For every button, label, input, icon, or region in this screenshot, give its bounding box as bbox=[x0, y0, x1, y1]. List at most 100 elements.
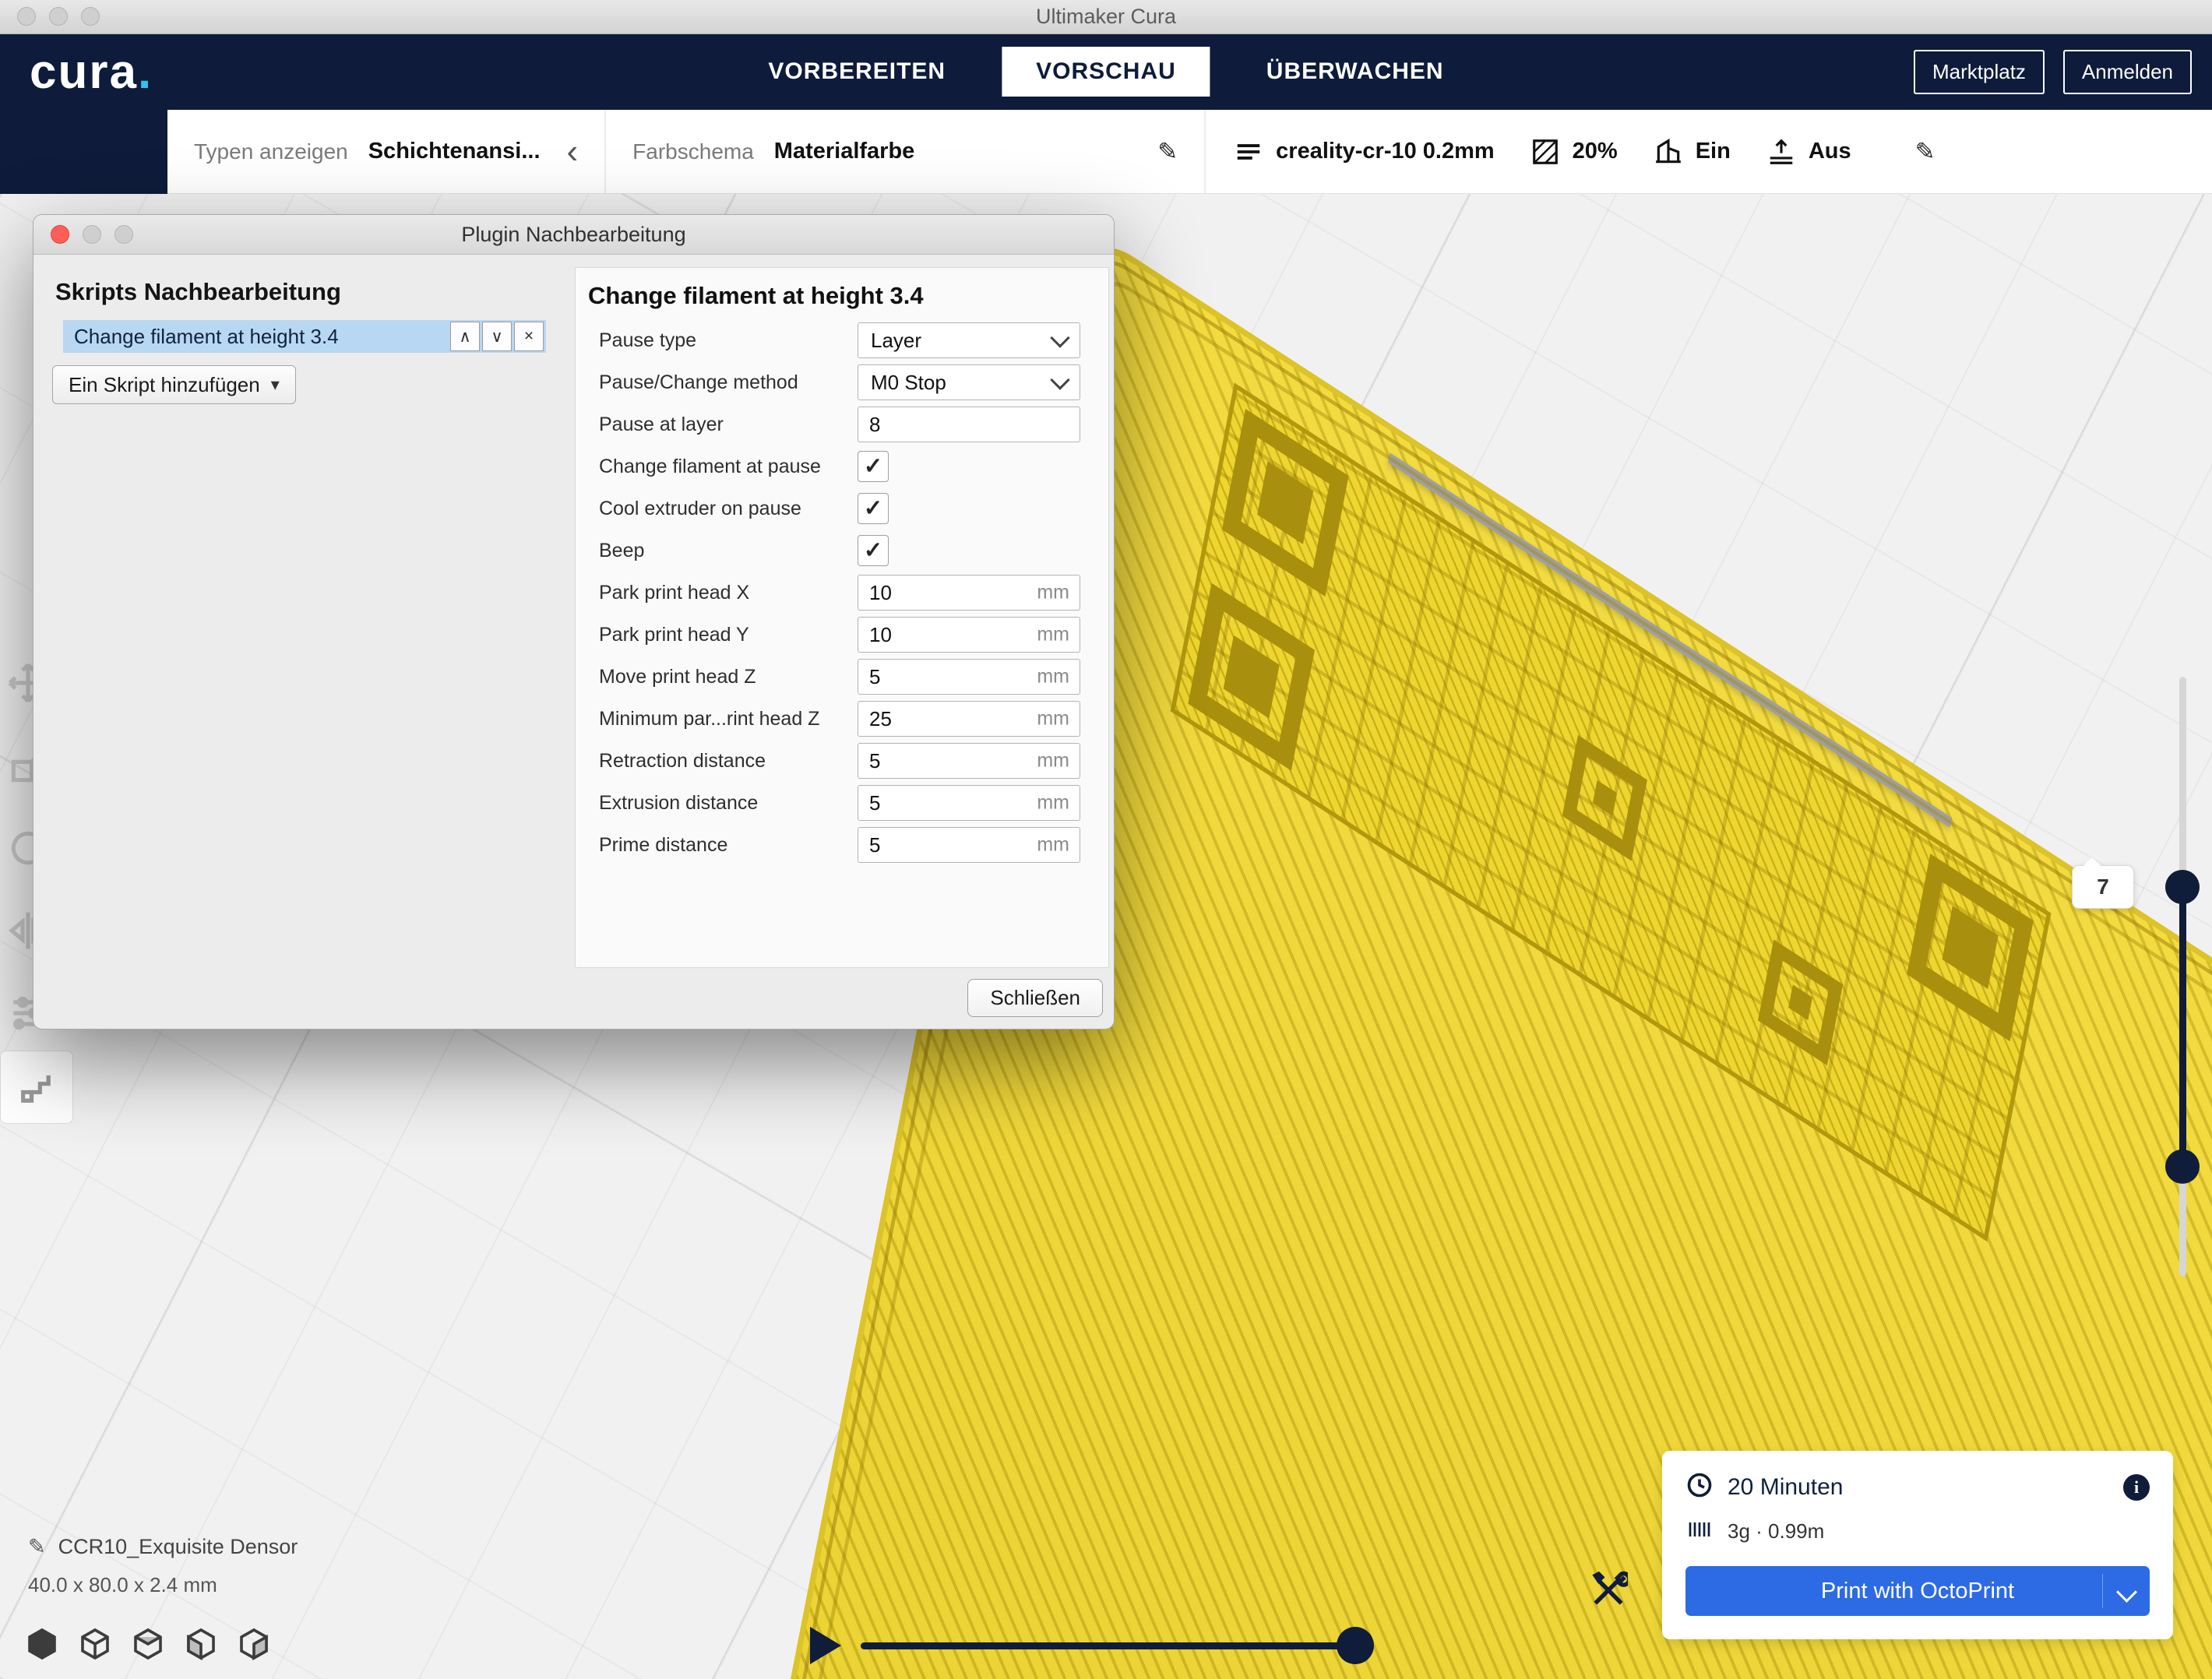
view-top-icon[interactable] bbox=[129, 1625, 167, 1663]
filament-usage-icon bbox=[1685, 1515, 1714, 1547]
field-control: ✓ bbox=[858, 535, 1080, 566]
view-3d-icon[interactable] bbox=[23, 1625, 61, 1663]
window-controls bbox=[17, 7, 100, 26]
field-input-wrap: mm bbox=[858, 785, 1080, 821]
adjust-tools-icon[interactable] bbox=[1589, 1571, 1628, 1610]
sign-in-button[interactable]: Anmelden bbox=[2063, 50, 2192, 94]
change-filament-checkbox[interactable]: ✓ bbox=[858, 451, 889, 482]
layer-slider-lower-handle[interactable] bbox=[2165, 1149, 2200, 1184]
window-title: Ultimaker Cura bbox=[1036, 5, 1176, 29]
field-label: Retraction distance bbox=[599, 750, 858, 773]
chevron-down-icon: ∨ bbox=[491, 327, 502, 347]
support-blocker-tool[interactable] bbox=[0, 1051, 73, 1124]
unit-label: mm bbox=[1037, 792, 1069, 815]
chevron-down-icon[interactable] bbox=[2116, 1582, 2137, 1603]
dialog-close-icon[interactable] bbox=[51, 225, 69, 244]
pause-type-select[interactable]: Layer bbox=[858, 322, 1080, 358]
qr-finder-marker bbox=[1562, 735, 1647, 861]
collapse-chevron-icon[interactable]: ‹ bbox=[567, 135, 579, 169]
color-scheme-section[interactable]: Farbschema Materialfarbe ✎ bbox=[606, 110, 1206, 193]
adhesion-value[interactable]: Aus bbox=[1809, 139, 1851, 164]
cool-extruder-checkbox[interactable]: ✓ bbox=[858, 493, 889, 524]
cura-logo: cura. bbox=[30, 44, 153, 100]
close-window-icon[interactable] bbox=[17, 7, 36, 26]
chevron-down-icon bbox=[1050, 370, 1069, 389]
unit-label: mm bbox=[1037, 582, 1069, 604]
script-settings-heading: Change filament at height 3.4 bbox=[588, 282, 1108, 310]
dialog-minimize-icon[interactable] bbox=[83, 225, 101, 244]
field-input-wrap: mm bbox=[858, 575, 1080, 611]
infill-group[interactable]: 20% bbox=[1530, 137, 1618, 167]
minimize-window-icon[interactable] bbox=[49, 7, 68, 26]
form-row: Beep ✓ bbox=[599, 530, 1080, 572]
tab-preview[interactable]: VORSCHAU bbox=[1002, 47, 1210, 97]
unit-label: mm bbox=[1037, 834, 1069, 857]
rename-model-icon[interactable]: ✎ bbox=[28, 1535, 46, 1559]
infill-value[interactable]: 20% bbox=[1573, 139, 1618, 164]
printer-profile-value[interactable]: creality-cr-10 0.2mm bbox=[1276, 139, 1495, 164]
simulation-slider-track[interactable] bbox=[861, 1642, 1365, 1649]
layer-slider-range[interactable] bbox=[2179, 885, 2186, 1167]
dialog-zoom-icon[interactable] bbox=[114, 225, 133, 244]
play-button[interactable] bbox=[810, 1627, 841, 1664]
beep-checkbox[interactable]: ✓ bbox=[858, 535, 889, 566]
color-scheme-value[interactable]: Materialfarbe bbox=[774, 139, 915, 164]
form-row: Park print head Y mm bbox=[599, 614, 1080, 656]
pause-method-select[interactable]: M0 Stop bbox=[858, 364, 1080, 400]
model-info: ✎ CCR10_Exquisite Densor 40.0 x 80.0 x 2… bbox=[28, 1535, 298, 1611]
print-settings-summary[interactable]: creality-cr-10 0.2mm 20% Ein Aus ✎ bbox=[1206, 110, 2212, 193]
unit-label: mm bbox=[1037, 666, 1069, 688]
form-row: Move print head Z mm bbox=[599, 656, 1080, 698]
model-dimensions: 40.0 x 80.0 x 2.4 mm bbox=[28, 1573, 217, 1597]
zoom-window-icon[interactable] bbox=[81, 7, 100, 26]
info-icon[interactable]: i bbox=[2123, 1474, 2150, 1501]
field-input-wrap bbox=[858, 407, 1080, 442]
form-row: Park print head X mm bbox=[599, 572, 1080, 614]
print-with-octoprint-button[interactable]: Print with OctoPrint bbox=[1685, 1566, 2150, 1616]
form-row: Extrusion distance mm bbox=[599, 782, 1080, 824]
layer-slider-upper-handle[interactable] bbox=[2165, 870, 2200, 904]
tab-prepare[interactable]: VORBEREITEN bbox=[734, 47, 980, 97]
form-row: Minimum par...rint head Z mm bbox=[599, 698, 1080, 740]
qr-finder-marker bbox=[1907, 854, 2034, 1041]
travel-move-line bbox=[1388, 452, 1952, 827]
edit-print-settings-icon[interactable]: ✎ bbox=[1915, 138, 1936, 166]
color-scheme-label: Farbschema bbox=[632, 139, 754, 164]
app-header: cura. VORBEREITEN VORSCHAU ÜBERWACHEN Ma… bbox=[0, 33, 2212, 110]
add-script-button[interactable]: Ein Skript hinzufügen ▾ bbox=[52, 365, 296, 404]
infill-icon bbox=[1530, 137, 1560, 167]
view-left-icon[interactable] bbox=[182, 1625, 220, 1663]
marketplace-button[interactable]: Marktplatz bbox=[1914, 50, 2045, 94]
simulation-slider-handle[interactable] bbox=[1337, 1627, 1374, 1664]
scripts-heading: Skripts Nachbearbeitung bbox=[55, 278, 341, 306]
adhesion-group[interactable]: Aus bbox=[1766, 137, 1851, 167]
script-list-item-selected[interactable]: Change filament at height 3.4 ∧ ∨ × bbox=[63, 320, 546, 353]
script-name[interactable]: Change filament at height 3.4 bbox=[63, 325, 450, 349]
dialog-title: Plugin Nachbearbeitung bbox=[461, 223, 685, 247]
printer-profile-group[interactable]: creality-cr-10 0.2mm bbox=[1234, 137, 1495, 167]
remove-script-button[interactable]: × bbox=[514, 322, 544, 351]
move-script-up-button[interactable]: ∧ bbox=[450, 322, 480, 351]
view-type-section[interactable]: Typen anzeigen Schichtenansi... ‹ bbox=[167, 110, 606, 193]
view-front-icon[interactable] bbox=[76, 1625, 114, 1663]
move-script-down-button[interactable]: ∨ bbox=[482, 322, 512, 351]
button-divider bbox=[2102, 1574, 2103, 1608]
view-type-value[interactable]: Schichtenansi... bbox=[368, 139, 541, 164]
view-type-label: Typen anzeigen bbox=[194, 139, 348, 164]
pause-at-layer-input[interactable] bbox=[858, 407, 1080, 442]
view-right-icon[interactable] bbox=[235, 1625, 273, 1663]
model-name: CCR10_Exquisite Densor bbox=[58, 1535, 298, 1559]
support-value[interactable]: Ein bbox=[1696, 139, 1731, 164]
form-row: Retraction distance mm bbox=[599, 740, 1080, 782]
tab-monitor[interactable]: ÜBERWACHEN bbox=[1232, 47, 1478, 97]
dialog-titlebar: Plugin Nachbearbeitung bbox=[33, 215, 1114, 255]
qr-pattern bbox=[1171, 382, 2052, 1241]
close-dialog-button[interactable]: Schließen bbox=[967, 979, 1103, 1017]
check-icon: ✓ bbox=[864, 456, 882, 478]
support-group[interactable]: Ein bbox=[1654, 137, 1731, 167]
material-estimate: 3g · 0.99m bbox=[1728, 1519, 1824, 1543]
edit-view-icon[interactable]: ✎ bbox=[1157, 138, 1178, 166]
field-label: Prime distance bbox=[599, 834, 858, 857]
field-input-wrap: mm bbox=[858, 743, 1080, 779]
cura-window: Ultimaker Cura cura. VORBEREITEN VORSCHA… bbox=[0, 0, 2212, 1679]
